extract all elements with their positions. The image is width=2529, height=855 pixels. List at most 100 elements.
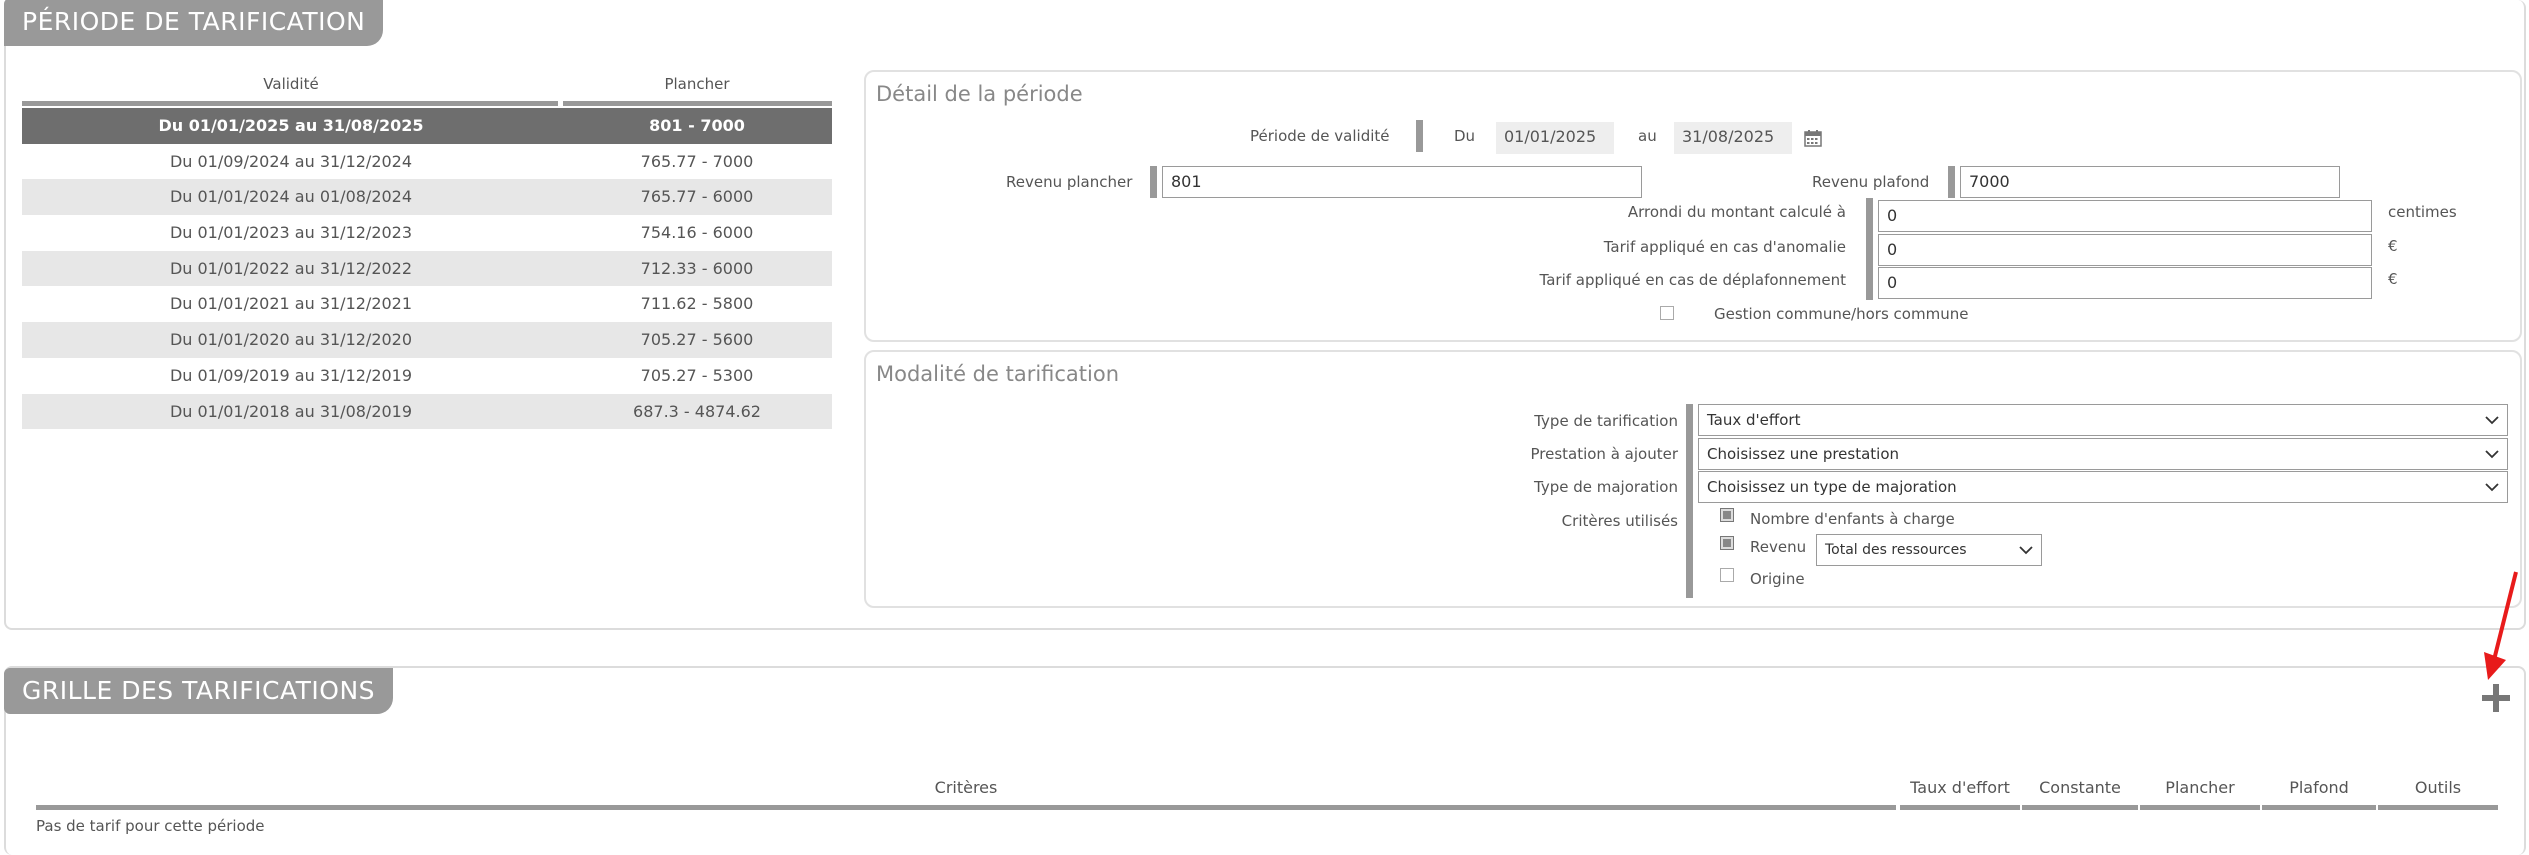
field-bar	[1866, 198, 1873, 300]
period-row[interactable]: Du 01/09/2019 au 31/12/2019 705.27 - 5300	[22, 358, 832, 394]
validite-label: Période de validité	[1250, 127, 1390, 145]
origine-label: Origine	[1750, 570, 1805, 588]
grille-col-outils: Outils	[2414, 778, 2462, 797]
criteres-label: Critères utilisés	[1561, 512, 1678, 530]
period-validite: Du 01/01/2024 au 01/08/2024	[169, 187, 413, 207]
type-tarif-label: Type de tarification	[1534, 412, 1678, 430]
period-row[interactable]: Du 01/09/2024 au 31/12/2024 765.77 - 7000	[22, 144, 832, 180]
revenu-select[interactable]: Total des ressources	[1816, 534, 2042, 566]
arrondi-unit: centimes	[2388, 203, 2457, 221]
period-row[interactable]: Du 01/01/2023 au 31/12/2023 754.16 - 6000	[22, 215, 832, 251]
grille-col-constante: Constante	[2039, 778, 2121, 797]
revenu-plancher-input[interactable]: 801	[1162, 166, 1642, 198]
enfants-label: Nombre d'enfants à charge	[1750, 510, 1955, 528]
modalite-title: Modalité de tarification	[876, 362, 1120, 386]
enfants-checkbox[interactable]	[1720, 508, 1734, 522]
period-validite: Du 01/01/2025 au 31/08/2025	[158, 116, 424, 135]
deplafonnement-unit: €	[2388, 270, 2398, 288]
period-plancher: 687.3 - 4874.62	[633, 401, 761, 421]
chevron-down-icon	[2485, 483, 2499, 492]
revenu-crit-label: Revenu	[1750, 538, 1807, 556]
header-bar	[22, 101, 558, 106]
modalite-panel: Modalité de tarification Type de tarific…	[864, 350, 2522, 608]
col-validite: Validité	[263, 75, 319, 93]
grille-empty-message: Pas de tarif pour cette période	[36, 817, 265, 835]
chevron-down-icon	[2019, 546, 2033, 555]
prestation-label: Prestation à ajouter	[1530, 445, 1678, 463]
period-row[interactable]: Du 01/01/2024 au 01/08/2024 765.77 - 6000	[22, 179, 832, 216]
revenu-plafond-input[interactable]: 7000	[1960, 166, 2340, 198]
detail-panel: Détail de la période Période de validité…	[864, 70, 2522, 342]
grille-header-bar	[2262, 805, 2376, 810]
period-validite: Du 01/01/2022 au 31/12/2022	[169, 258, 413, 278]
gestion-checkbox[interactable]	[1660, 306, 1674, 320]
majoration-label: Type de majoration	[1534, 478, 1678, 496]
col-plancher: Plancher	[664, 75, 730, 93]
anomalie-label: Tarif appliqué en cas d'anomalie	[1603, 238, 1846, 256]
period-plancher: 754.16 - 6000	[640, 223, 754, 243]
prestation-value: Choisissez une prestation	[1707, 445, 1900, 463]
header-bar	[563, 101, 832, 106]
du-label: Du	[1454, 127, 1476, 145]
grille-col-plafond: Plafond	[2289, 778, 2349, 797]
period-plancher: 765.77 - 7000	[640, 151, 754, 171]
revenu-plancher-label: Revenu plancher	[1006, 173, 1133, 191]
periode-section-tag: PÉRIODE DE TARIFICATION	[4, 0, 384, 46]
period-validite: Du 01/09/2019 au 31/12/2019	[169, 365, 413, 385]
grille-section: GRILLE DES TARIFICATIONS	[4, 666, 2526, 855]
period-row[interactable]: Du 01/01/2022 au 31/12/2022 712.33 - 6000	[22, 250, 832, 287]
period-plancher: 712.33 - 6000	[640, 258, 754, 278]
grille-header-bar	[2378, 805, 2498, 810]
au-label: au	[1638, 127, 1657, 145]
anomalie-unit: €	[2388, 237, 2398, 255]
field-bar	[1150, 166, 1157, 198]
chevron-down-icon	[2485, 416, 2499, 425]
field-bar	[1948, 166, 1955, 198]
period-row[interactable]: Du 01/01/2018 au 31/08/2019 687.3 - 4874.…	[22, 393, 832, 430]
periods-table: Validité Plancher Du 01/01/2025 au 31/08…	[22, 70, 832, 430]
period-validite: Du 01/01/2021 au 31/12/2021	[169, 294, 413, 314]
detail-title: Détail de la période	[876, 82, 1083, 106]
periods-table-body: Du 01/01/2025 au 31/08/2025 801 - 7000 Du …	[22, 108, 832, 430]
arrondi-label: Arrondi du montant calculé à	[1627, 203, 1846, 221]
calendar-icon[interactable]	[1804, 129, 1822, 147]
field-bar	[1416, 120, 1423, 152]
grille-header-bar	[36, 805, 1896, 810]
period-row[interactable]: Du 01/01/2021 au 31/12/2021 711.62 - 5800	[22, 286, 832, 322]
period-validite: Du 01/01/2020 au 31/12/2020	[169, 330, 413, 350]
arrondi-input[interactable]: 0	[1878, 200, 2372, 232]
grille-header-bar	[2140, 805, 2260, 810]
period-validite: Du 01/09/2024 au 31/12/2024	[169, 151, 413, 171]
revenu-checkbox[interactable]	[1720, 536, 1734, 550]
type-tarif-select[interactable]: Taux d'effort	[1698, 404, 2508, 436]
periode-section: PÉRIODE DE TARIFICATION Validité Planche…	[4, 0, 2526, 630]
period-plancher: 705.27 - 5600	[640, 330, 754, 350]
revenu-plafond-label: Revenu plafond	[1812, 173, 1930, 191]
date-debut-field[interactable]: 01/01/2025	[1496, 122, 1614, 154]
period-plancher: 711.62 - 5800	[640, 294, 754, 314]
period-plancher: 705.27 - 5300	[640, 365, 754, 385]
origine-checkbox[interactable]	[1720, 568, 1734, 582]
grille-col-plancher: Plancher	[2165, 778, 2235, 797]
period-validite: Du 01/01/2018 au 31/08/2019	[169, 401, 413, 421]
majoration-value: Choisissez un type de majoration	[1707, 478, 1957, 496]
grille-header-bar	[2022, 805, 2138, 810]
period-row[interactable]: Du 01/01/2025 au 31/08/2025 801 - 7000	[22, 108, 832, 144]
grille-col-criteres: Critères	[934, 778, 998, 797]
date-fin-field[interactable]: 31/08/2025	[1674, 122, 1792, 154]
revenu-select-value: Total des ressources	[1825, 542, 1967, 558]
chevron-down-icon	[2485, 450, 2499, 459]
field-bar	[1686, 404, 1693, 598]
gestion-label: Gestion commune/hors commune	[1714, 305, 1969, 323]
majoration-select[interactable]: Choisissez un type de majoration	[1698, 471, 2508, 503]
deplafonnement-label: Tarif appliqué en cas de déplafonnement	[1539, 271, 1846, 289]
deplafonnement-input[interactable]: 0	[1878, 267, 2372, 299]
period-plancher: 765.77 - 6000	[640, 187, 754, 207]
anomalie-input[interactable]: 0	[1878, 234, 2372, 266]
periods-table-header: Validité Plancher	[22, 70, 832, 100]
type-tarif-value: Taux d'effort	[1707, 411, 1801, 429]
prestation-select[interactable]: Choisissez une prestation	[1698, 438, 2508, 470]
period-row[interactable]: Du 01/01/2020 au 31/12/2020 705.27 - 5600	[22, 322, 832, 358]
grille-section-tag: GRILLE DES TARIFICATIONS	[4, 668, 394, 714]
grille-col-taux: Taux d'effort	[1910, 778, 2010, 797]
